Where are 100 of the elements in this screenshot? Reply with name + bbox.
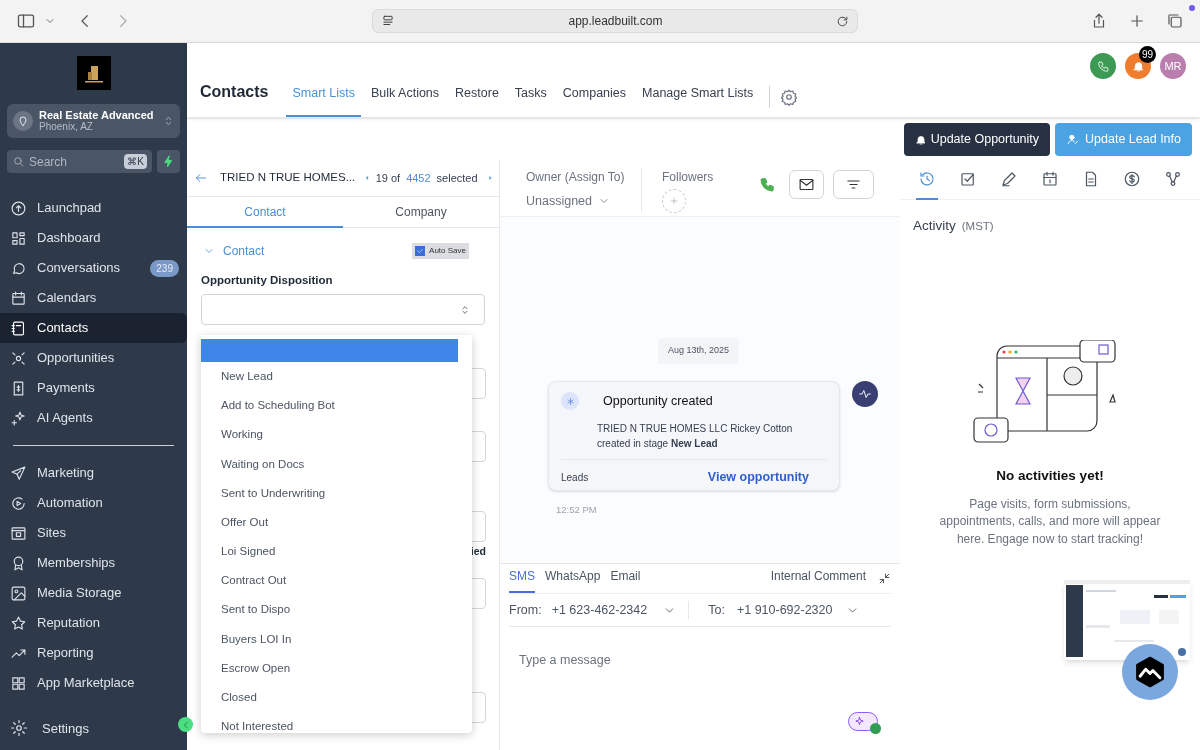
sidebar-item[interactable]: App Marketplace [0,668,187,698]
channel-tab[interactable]: SMS [509,567,535,593]
opportunities-icon [10,349,27,367]
sidebar-item[interactable]: Reporting [0,638,187,668]
dropdown-option[interactable]: Closed [201,683,472,713]
internal-comment-tab[interactable]: Internal Comment [770,567,866,593]
dashboard-icon [10,229,27,247]
dropdown-option[interactable]: Offer Out [201,507,472,538]
rocket-icon [10,199,27,217]
back-arrow-icon [194,171,208,185]
to-label: To: [708,601,725,619]
sidebar-item[interactable]: Memberships [0,548,187,578]
dropdown-option[interactable]: Escrow Open [201,653,472,684]
nav-tab[interactable]: Manage Smart Lists [636,84,760,117]
sidebar-item[interactable]: Marketing [0,458,187,488]
nav-tab[interactable]: Tasks [508,84,553,117]
sidebar-item[interactable]: Contacts [0,313,187,343]
sidebar-item[interactable]: Sites [0,518,187,548]
lightning-icon [162,155,175,168]
help-widget-button[interactable] [1122,644,1178,700]
dropdown-option[interactable]: Contract Out [201,566,472,596]
record-total[interactable]: 4452 [406,169,431,187]
sparkle-icon [10,409,27,427]
account-switcher[interactable]: Real Estate Advanced Phoenix, AZ [7,104,180,138]
sidebar-item[interactable]: Settings [42,718,89,738]
count-badge: 239 [150,259,179,277]
plus-icon [1128,12,1146,30]
mountain-icon [1133,655,1167,689]
sidebar-item[interactable]: Conversations 239 [0,253,187,283]
channel-tab[interactable]: WhatsApp [545,567,601,593]
dropdown-option[interactable]: Working [201,420,472,450]
settings-icon [10,719,28,738]
dropdown-option[interactable]: Not Interested [201,712,472,733]
account-location: Phoenix, AZ [39,121,94,133]
sidebar-item[interactable]: AI Agents [0,403,187,433]
filter-button[interactable] [833,170,874,199]
contact-book-icon [10,319,27,337]
pulse-icon [858,387,872,401]
sidebar-item[interactable]: Launchpad [0,193,187,223]
address-bar[interactable]: app.leadbuilt.com [372,9,858,33]
dropdown-option[interactable]: Waiting on Docs [201,449,472,479]
from-number-dropdown[interactable]: +1 623-462-2342 [551,600,690,620]
sidebar-item[interactable]: Media Storage [0,578,187,608]
sidebar-item[interactable]: Reputation [0,608,187,638]
collapse-button[interactable] [178,717,193,732]
tabs-icon [1166,12,1184,30]
panel-tab[interactable]: Company [343,197,499,228]
nav-tab[interactable]: Bulk Actions [364,84,446,117]
dropdown-option[interactable]: Buyers LOI In [201,624,472,654]
previous-icon [365,174,370,182]
quick-action-button[interactable] [157,150,180,173]
email-button[interactable] [789,170,824,199]
dropdown-option[interactable]: New Lead [201,362,472,392]
notification-count: 99 [1139,46,1156,63]
sidebar-item[interactable]: Automation [0,488,187,518]
phone-button[interactable] [1090,53,1116,79]
page-title: Contacts [200,82,269,102]
panel-tab[interactable]: Contact [187,197,343,228]
update-opportunity-button[interactable]: Update Opportunity [903,123,1051,156]
checkbox[interactable] [415,246,426,256]
view-opportunity-link[interactable]: View opportunity [707,467,809,487]
sparkle-icon [854,716,865,727]
dropdown-option[interactable]: Loi Signed [201,537,472,567]
selected-label: selected [436,170,478,186]
sidebar-item[interactable]: Payments [0,373,187,403]
dollar-icon [1123,169,1141,188]
collapse-icon [878,572,891,585]
select-field[interactable] [201,294,485,326]
sidebar-item[interactable]: Opportunities [0,343,187,373]
auto-save-checkbox[interactable]: Auto Save [412,243,469,259]
search-field[interactable]: Search ⌘K [7,150,152,173]
nav-tab[interactable]: Companies [556,84,633,117]
owner-dropdown[interactable]: Unassigned [526,192,641,211]
image-icon [10,584,27,602]
sidebar-item[interactable]: Calendars [0,283,187,313]
send-icon [10,464,27,482]
nav-tab[interactable]: Restore [449,84,505,117]
followers-label: Followers [662,169,714,186]
shortcut-key: ⌘K [124,154,147,169]
nodes-icon [1164,169,1182,188]
up-down-chevron-icon [460,303,470,316]
sidebar-item[interactable]: Dashboard [0,223,187,253]
channel-tab[interactable]: Email [610,567,641,593]
event-description: TRIED N TRUE HOMES LLC Rickey Cotton created in stage New Lead [597,421,794,451]
message-field[interactable]: Type a message [509,627,891,750]
dropdown-option[interactable]: Sent to Dispo [201,595,472,625]
ai-assist-button[interactable] [848,712,878,731]
play-circle-icon [10,494,27,512]
to-number-dropdown[interactable]: +1 910-692-2320 [736,600,860,620]
event-title: Opportunity created [603,393,713,410]
empty-state-text: Page visits, form submissions, appointments, calls, and more will appear here. Engage now to start tracking! [938,495,1162,548]
calendar-icon [1041,169,1059,188]
url-text: app.leadbuilt.com [567,13,664,30]
nav-tab[interactable]: Smart Lists [286,84,361,117]
dropdown-option[interactable]: Add to Scheduling Bot [201,391,472,421]
section-title[interactable]: Contact [223,242,413,260]
dropdown-option[interactable]: Sent to Underwriting [201,478,472,508]
bell-icon [914,133,927,146]
envelope-icon [798,176,815,193]
plus-icon [669,196,679,206]
